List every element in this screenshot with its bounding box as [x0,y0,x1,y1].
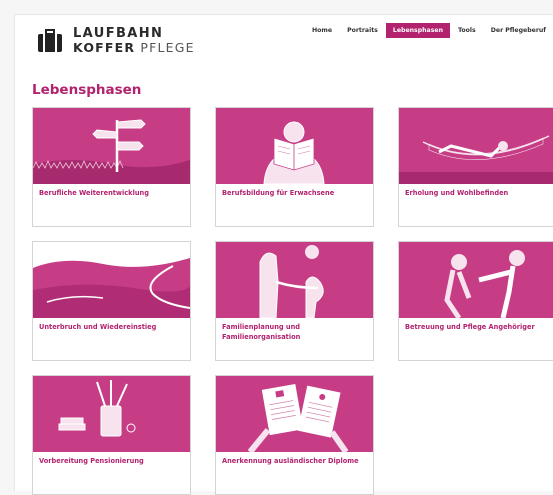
suitcase-icon [38,29,62,52]
diplomas-icon [247,383,349,452]
card-label: Familienplanung und Familienorganisation [222,323,301,341]
card-label: Berufsbildung für Erwachsene [222,189,335,197]
page-title: Lebensphasen [32,82,142,98]
logo-title-line1: LAUFBAHN [73,26,164,41]
card-pensionierung[interactable]: Vorbereitung Pensionierung [32,375,191,495]
card-image [33,242,190,318]
card-image [33,108,190,184]
card-label: Anerkennung ausländischer Diplome [222,457,359,465]
reading-person-icon [263,121,325,184]
card-berufliche-weiterentwicklung[interactable]: Berufliche Weiterentwicklung [32,107,191,227]
main-nav: Home Portraits Lebensphasen Tools Der Pf… [304,23,553,38]
nav-item-portraits[interactable]: Portraits [340,23,385,38]
pencil-cup-icon [58,380,136,437]
caregiver-icon [444,250,525,318]
page: LAUFBAHN KOFFER PFLEGE Home Portraits Le… [14,14,553,495]
signpost-icon [33,119,190,184]
card-label: Vorbereitung Pensionierung [39,457,144,465]
card-berufsbildung[interactable]: Berufsbildung für Erwachsene [215,107,374,227]
pregnant-couple-icon [259,245,324,318]
card-unterbruch[interactable]: Unterbruch und Wiedereinstieg [32,241,191,361]
card-familienplanung[interactable]: Familienplanung und Familienorganisation [215,241,374,361]
card-image [33,376,190,452]
card-image [216,242,373,318]
card-betreuung[interactable]: Betreuung und Pflege Angehöriger [398,241,553,361]
card-image [399,242,553,318]
logo-title-line2-light: PFLEGE [140,40,195,55]
card-label: Betreuung und Pflege Angehöriger [405,323,535,331]
site-logo[interactable]: LAUFBAHN KOFFER PFLEGE [37,27,195,55]
card-label: Erholung und Wohlbefinden [405,189,509,197]
landscape-road-icon [33,242,190,318]
nav-item-tools[interactable]: Tools [451,23,483,38]
card-image [216,376,373,452]
card-label: Berufliche Weiterentwicklung [39,189,149,197]
card-image [216,108,373,184]
card-diplome[interactable]: Anerkennung ausländischer Diplome [215,375,374,495]
hammock-icon [399,135,553,184]
nav-item-lebensphasen[interactable]: Lebensphasen [385,23,451,38]
nav-item-pflegeberuf[interactable]: Der Pflegeberuf [484,23,553,38]
nav-item-home[interactable]: Home [305,23,339,38]
card-erholung[interactable]: Erholung und Wohlbefinden [398,107,553,227]
card-label: Unterbruch und Wiedereinstieg [39,323,157,331]
logo-title-line2-bold: KOFFER [73,40,136,55]
card-image [399,108,553,184]
